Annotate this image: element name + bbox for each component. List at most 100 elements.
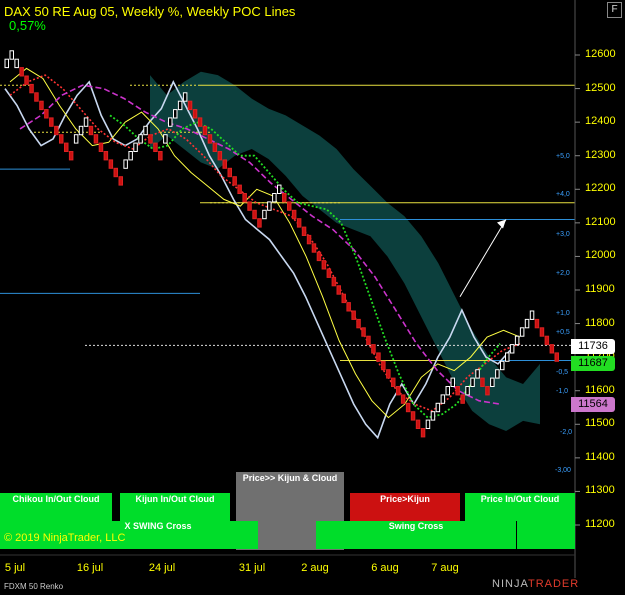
renko-brick-down [549, 344, 555, 354]
time-tick-label: 7 aug [431, 562, 459, 574]
price-tick-label: 12200 [585, 182, 616, 195]
cloud-band [150, 71, 540, 432]
price-tick-label: 11400 [585, 450, 615, 463]
renko-brick-up [500, 360, 505, 371]
renko-brick-down [321, 260, 327, 270]
renko-brick-down [376, 352, 381, 362]
chart-title: DAX 50 RE Aug 05, Weekly %, Weekly POC L… [4, 4, 296, 19]
renko-brick-up [435, 402, 441, 413]
format-button[interactable]: F [607, 2, 622, 18]
renko-brick-up [173, 109, 178, 119]
renko-brick-down [93, 134, 99, 144]
renko-brick-down [381, 360, 386, 371]
renko-brick-down [356, 318, 361, 329]
renko-brick-down [544, 335, 550, 346]
renko-brick-down [366, 335, 371, 346]
renko-brick-down [158, 151, 163, 161]
renko-brick-down [187, 100, 193, 111]
renko-brick-up [529, 310, 535, 320]
renko-brick-down [113, 167, 118, 178]
renko-brick-up [470, 377, 475, 388]
renko-brick-down [257, 218, 262, 228]
renko-brick-up [440, 394, 446, 404]
renko-brick-up [128, 151, 133, 161]
renko-brick-down [371, 344, 376, 354]
renko-brick-up [495, 369, 500, 379]
time-tick-label: 24 jul [148, 562, 176, 574]
renko-brick-down [331, 276, 337, 287]
time-tick-label: 16 jul [76, 562, 104, 574]
renko-brick-down [29, 83, 34, 94]
copyright-text: © 2019 NinjaTrader, LLC [4, 532, 126, 544]
time-tick-label: 31 jul [238, 562, 266, 574]
renko-brick-down [192, 109, 198, 119]
trend-arrow [459, 219, 507, 297]
renko-brick-down [59, 134, 64, 144]
renko-brick-down [460, 394, 465, 404]
renko-brick-up [514, 335, 520, 346]
ninjatrader-logo: NINJATRADER [492, 578, 580, 590]
renko-brick-down [237, 184, 242, 195]
percent-change: 0,57% [9, 18, 46, 33]
renko-brick-down [247, 201, 252, 211]
price-tick-label: 12600 [585, 48, 616, 60]
renko-brick-up [177, 100, 183, 111]
renko-brick-down [415, 419, 421, 430]
renko-brick-down [326, 268, 332, 278]
renko-brick-down [391, 377, 396, 388]
renko-brick-up [262, 209, 267, 220]
renko-brick-down [341, 293, 346, 304]
renko-brick-up [277, 184, 282, 195]
renko-brick-up [182, 92, 188, 102]
renko-brick-up [9, 50, 14, 60]
ichimoku-cloud [150, 71, 540, 432]
renko-brick-down [39, 100, 44, 111]
renko-brick-down [306, 234, 312, 245]
renko-brick-down [227, 167, 232, 178]
renko-brick-up [465, 386, 470, 396]
renko-brick-down [54, 125, 59, 136]
signal-strip-right [517, 521, 575, 549]
renko-brick-up [78, 125, 84, 136]
instrument-label: FDXM 50 Renko [4, 582, 64, 591]
renko-brick-down [311, 243, 317, 253]
arrow-shaft [459, 219, 507, 297]
price-tick-label: 12100 [585, 215, 616, 228]
renko-brick-up [123, 159, 128, 169]
std-dev-label: +2,0 [556, 270, 570, 277]
price-tick-label: 12000 [585, 249, 616, 262]
renko-brick-down [386, 369, 391, 379]
renko-brick-down [217, 151, 223, 161]
renko-brick-down [148, 134, 153, 144]
renko-brick-down [336, 285, 341, 295]
renko-brick-up [430, 411, 436, 421]
renko-brick-down [291, 209, 297, 220]
renko-brick-down [301, 226, 307, 237]
renko-brick-down [202, 125, 208, 136]
std-dev-label: -0,5 [556, 369, 569, 376]
signal-kijun-cloud: Kijun In/Out Cloud [120, 493, 230, 521]
renko-brick-down [554, 352, 559, 362]
std-dev-label: +4,0 [556, 191, 570, 198]
kijun-price-tag: 11687 [571, 356, 615, 371]
renko-brick-down [153, 142, 158, 153]
renko-brick-up [4, 58, 9, 69]
renko-brick-down [396, 386, 401, 396]
renko-brick-up [519, 327, 525, 337]
renko-brick-up [133, 142, 138, 153]
renko-brick-up [490, 377, 495, 388]
renko-brick-down [212, 142, 218, 153]
renko-brick-down [232, 176, 237, 186]
time-tick-label: 2 aug [301, 562, 329, 574]
renko-brick-down [480, 377, 485, 388]
renko-brick-down [296, 218, 302, 228]
renko-brick-down [400, 394, 406, 404]
time-tick-label: 6 aug [371, 562, 399, 574]
renko-brick-down [222, 159, 227, 169]
renko-brick-down [88, 125, 94, 136]
renko-brick-up [163, 134, 168, 144]
std-dev-label: -3,00 [555, 467, 571, 474]
price-tick-label: 12400 [585, 115, 616, 128]
renko-brick-up [138, 134, 143, 144]
renko-brick-up [267, 201, 272, 211]
